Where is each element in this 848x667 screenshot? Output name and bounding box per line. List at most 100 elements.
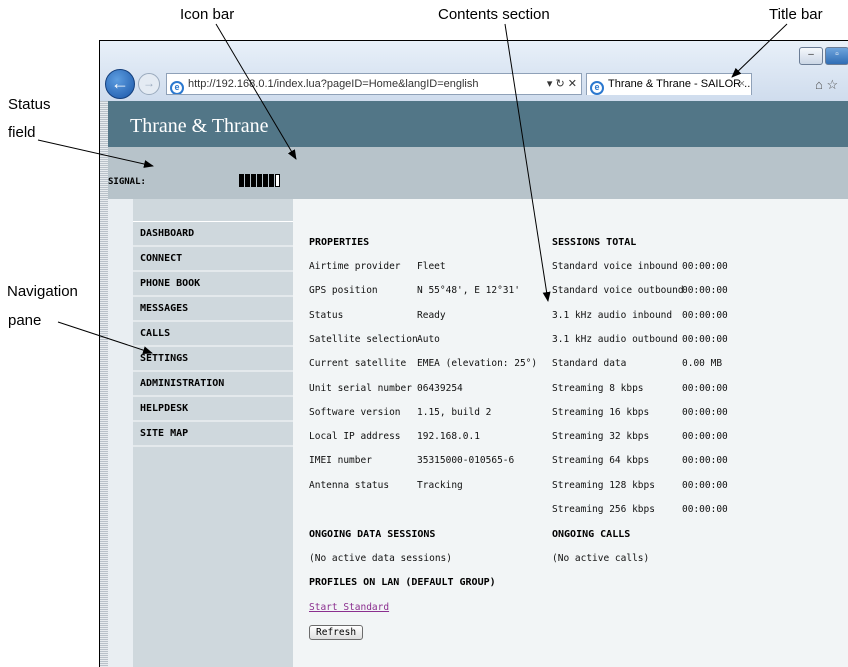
- browser-tab[interactable]: e Thrane & Thrane - SAILOR ... ×: [586, 73, 752, 95]
- table-row: Streaming 32 kbps 00:00:00: [552, 431, 802, 445]
- table-row: GPS position N 55°48', E 12°31': [309, 285, 559, 299]
- row-value: N 55°48', E 12°31': [417, 285, 520, 297]
- callout-title-bar: Title bar: [769, 6, 823, 23]
- signal-bar: [251, 174, 256, 187]
- nav-item[interactable]: MESSAGES: [133, 297, 293, 322]
- row-value: 00:00:00: [682, 455, 728, 467]
- properties-title: PROPERTIES: [309, 237, 370, 248]
- row-label: Standard data: [552, 358, 627, 370]
- row-value: 06439254: [417, 382, 463, 394]
- table-row: Streaming 128 kbps 00:00:00: [552, 480, 802, 494]
- maximize-button[interactable]: ▫: [825, 47, 848, 65]
- row-value: 0.00 MB: [682, 358, 723, 370]
- ongoing-calls-text: (No active calls): [552, 553, 650, 564]
- signal-bar: [275, 174, 280, 187]
- status-bar: SIGNAL:: [108, 147, 848, 199]
- refresh-button[interactable]: Refresh: [309, 625, 364, 640]
- row-value: Tracking: [417, 479, 463, 491]
- start-standard-link[interactable]: Start Standard: [309, 602, 389, 613]
- table-row: Antenna status Tracking: [309, 480, 559, 494]
- minimize-button[interactable]: –: [799, 47, 823, 65]
- signal-bar: [239, 174, 244, 187]
- row-label: Streaming 128 kbps: [552, 479, 655, 491]
- table-row: Status Ready: [309, 310, 559, 324]
- nav-item[interactable]: SITE MAP: [133, 422, 293, 447]
- row-label: Streaming 64 kbps: [552, 455, 650, 467]
- row-label: Status: [309, 309, 344, 321]
- table-row: 3.1 kHz audio inbound 00:00:00: [552, 310, 802, 324]
- table-row: Streaming 64 kbps 00:00:00: [552, 455, 802, 469]
- nav-item[interactable]: DASHBOARD: [133, 222, 293, 247]
- row-label: Software version: [309, 406, 401, 418]
- ie-icon: e: [170, 81, 184, 94]
- row-label: 3.1 kHz audio inbound: [552, 309, 673, 321]
- row-label: Airtime provider: [309, 261, 401, 272]
- row-value: 00:00:00: [682, 261, 728, 272]
- home-icon[interactable]: ⌂: [815, 77, 823, 92]
- url-text: http://192.168.0.1/index.lua?pageID=Home…: [188, 78, 479, 90]
- row-value: EMEA (elevation: 25°): [417, 358, 538, 370]
- row-label: Standard voice outbound: [552, 285, 684, 297]
- address-bar[interactable]: e http://192.168.0.1/index.lua?pageID=Hom…: [166, 73, 582, 95]
- table-row: IMEI number 35315000-010565-6: [309, 455, 559, 469]
- address-controls[interactable]: ▾ ↻ ✕: [547, 74, 577, 94]
- row-value: 00:00:00: [682, 406, 728, 418]
- row-label: IMEI number: [309, 455, 372, 467]
- tab-close-icon[interactable]: ×: [739, 74, 745, 95]
- row-value: 1.15, build 2: [417, 406, 492, 418]
- signal-label: SIGNAL:: [108, 177, 146, 187]
- row-value: 192.168.0.1: [417, 431, 480, 443]
- row-value: Auto: [417, 333, 440, 345]
- nav-item[interactable]: SETTINGS: [133, 347, 293, 372]
- row-label: Unit serial number: [309, 382, 412, 394]
- row-value: 00:00:00: [682, 504, 728, 515]
- table-row: Local IP address 192.168.0.1: [309, 431, 559, 445]
- row-value: Fleet: [417, 261, 446, 272]
- row-value: 00:00:00: [682, 309, 728, 321]
- row-value: Ready: [417, 309, 446, 321]
- nav-item[interactable]: CONNECT: [133, 247, 293, 272]
- table-row: Current satellite EMEA (elevation: 25°): [309, 358, 559, 372]
- row-label: Streaming 16 kbps: [552, 406, 650, 418]
- nav-item[interactable]: HELPDESK: [133, 397, 293, 422]
- callout-field: field: [8, 124, 36, 141]
- brand-logo: Thrane & Thrane: [130, 115, 269, 137]
- nav-item[interactable]: PHONE BOOK: [133, 272, 293, 297]
- row-label: Satellite selection: [309, 333, 418, 345]
- browser-window: – ▫ ← → e http://192.168.0.1/index.lua?pa…: [99, 40, 848, 667]
- nav-item[interactable]: CALLS: [133, 322, 293, 347]
- row-value: 00:00:00: [682, 479, 728, 491]
- signal-bar: [269, 174, 274, 187]
- table-row: 3.1 kHz audio outbound 00:00:00: [552, 334, 802, 348]
- nav-item[interactable]: ADMINISTRATION: [133, 372, 293, 397]
- table-row: Streaming 16 kbps 00:00:00: [552, 407, 802, 421]
- row-label: Standard voice inbound: [552, 261, 678, 272]
- row-label: Local IP address: [309, 431, 401, 443]
- back-button[interactable]: ←: [105, 69, 135, 99]
- ongoing-calls-title: ONGOING CALLS: [552, 529, 631, 540]
- callout-contents-section: Contents section: [438, 6, 550, 23]
- table-row: Standard data 0.00 MB: [552, 358, 802, 372]
- window-controls: – ▫: [797, 47, 848, 65]
- tab-ie-icon: e: [590, 81, 604, 95]
- row-value: 00:00:00: [682, 382, 728, 394]
- forward-button[interactable]: →: [138, 73, 160, 95]
- contents-section: PROPERTIES Airtime provider Fleet GPS posi…: [293, 199, 848, 667]
- sessions-title: SESSIONS TOTAL: [552, 237, 637, 248]
- ongoing-data-text: (No active data sessions): [309, 553, 452, 564]
- row-label: 3.1 kHz audio outbound: [552, 333, 678, 345]
- title-banner: Thrane & Thrane: [108, 101, 848, 147]
- row-value: 00:00:00: [682, 431, 728, 443]
- table-row: Software version 1.15, build 2: [309, 407, 559, 421]
- row-label: GPS position: [309, 285, 378, 297]
- row-value: 00:00:00: [682, 333, 728, 345]
- callout-status: Status: [8, 96, 51, 113]
- table-row: Standard voice inbound 00:00:00: [552, 261, 802, 275]
- row-value: 35315000-010565-6: [417, 455, 515, 467]
- table-row: Streaming 8 kbps 00:00:00: [552, 383, 802, 397]
- table-row: Satellite selection Auto: [309, 334, 559, 348]
- signal-strength-icon: [239, 174, 281, 187]
- row-label: Antenna status: [309, 479, 390, 491]
- tab-title: Thrane & Thrane - SAILOR ...: [608, 78, 752, 90]
- favorites-icon[interactable]: ☆: [826, 77, 838, 92]
